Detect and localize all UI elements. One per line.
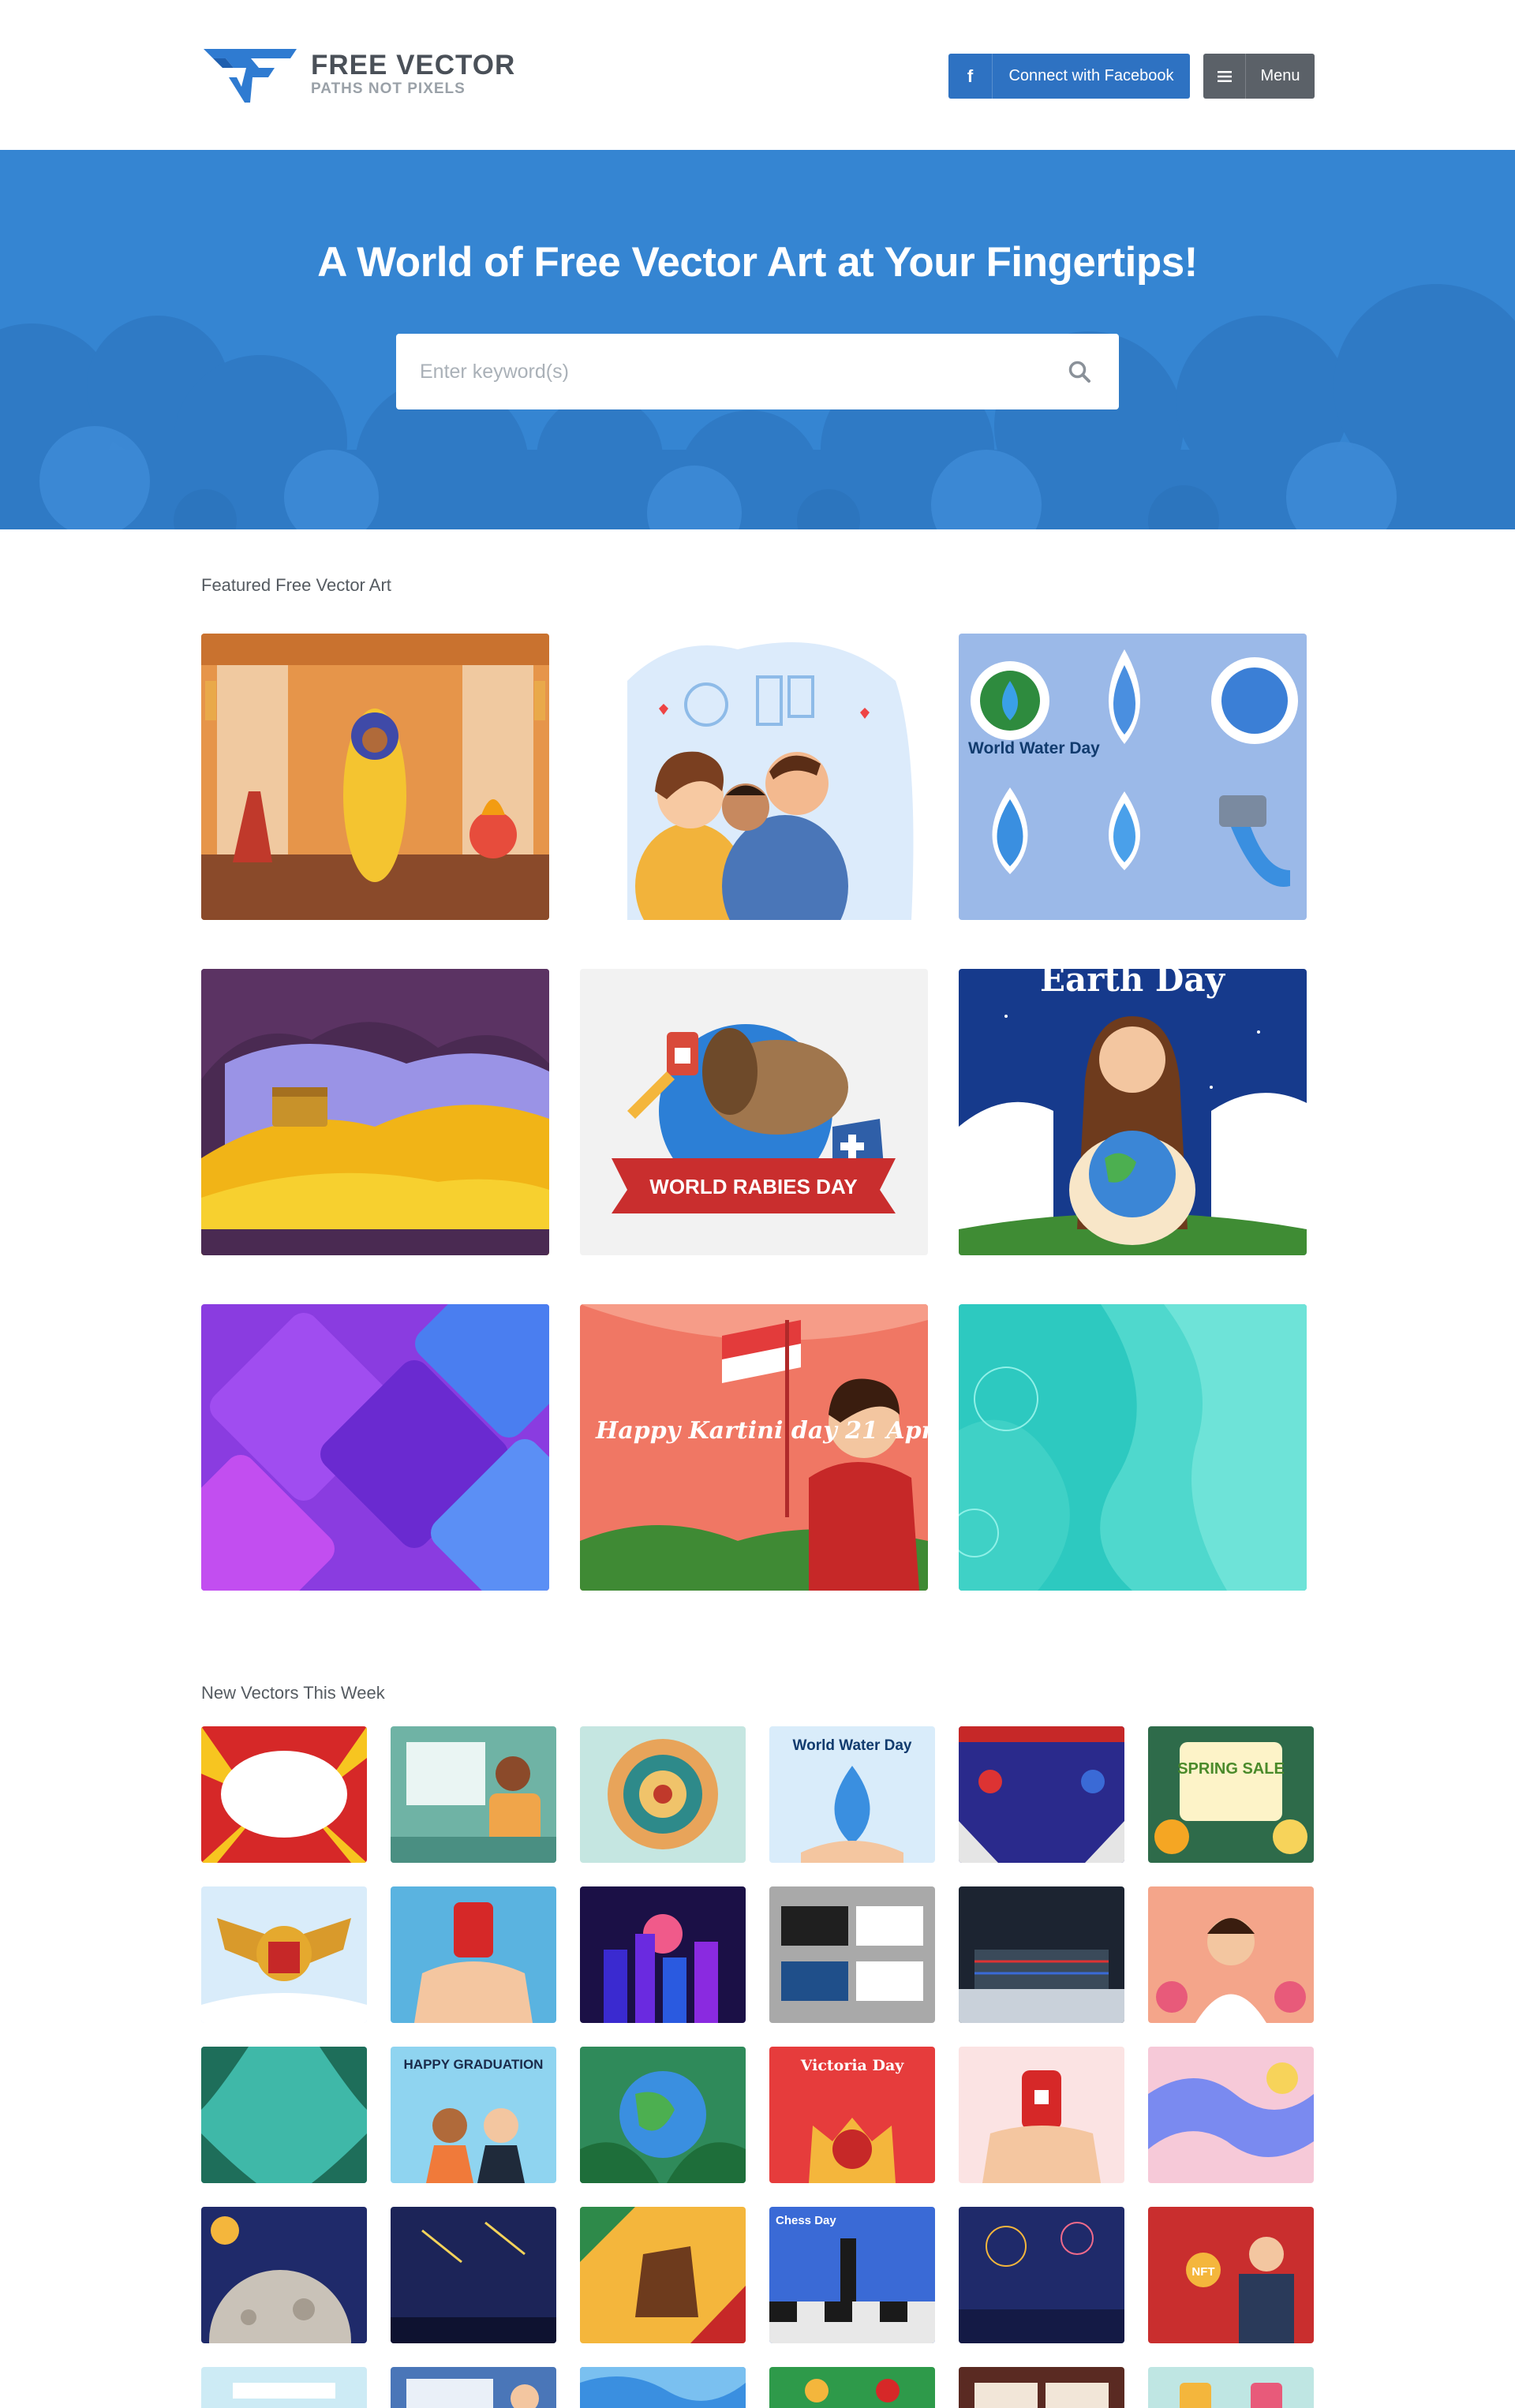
- earth-day-text: Earth Day: [1040, 969, 1226, 999]
- site-logo[interactable]: FREE VECTOR PATHS NOT PIXELS: [202, 44, 515, 104]
- new-card-nft-man[interactable]: NFT: [1148, 2207, 1314, 2343]
- featured-card-teal-fluid[interactable]: [959, 1304, 1307, 1591]
- new-card-jungle-frame[interactable]: [201, 2047, 367, 2183]
- top-header: FREE VECTOR PATHS NOT PIXELS f Connect w…: [0, 0, 1515, 150]
- new-card-kartini-portrait[interactable]: [1148, 1886, 1314, 2023]
- new-card-mandala[interactable]: [580, 1726, 746, 1863]
- kartini-day-text: Happy Kartini day 21 April: [595, 1417, 928, 1445]
- svg-text:HAPPY GRADUATION: HAPPY GRADUATION: [404, 2057, 544, 2072]
- svg-text:SPRING SALE: SPRING SALE: [1177, 1760, 1285, 1778]
- treasure-cave-image: [201, 969, 549, 1255]
- featured-card-world-water-day[interactable]: World Water Day: [959, 634, 1307, 920]
- egyptian-tomb-image: [201, 634, 549, 920]
- new-vectors-section-title: New Vectors This Week: [201, 1683, 385, 1703]
- new-card-party-usa[interactable]: [959, 1726, 1124, 1863]
- svg-text:Victoria Day: Victoria Day: [800, 2057, 905, 2074]
- hero-banner: A World of Free Vector Art at Your Finge…: [0, 150, 1515, 529]
- page: FREE VECTOR PATHS NOT PIXELS f Connect w…: [0, 0, 1515, 2408]
- new-card-happy-graduation[interactable]: HAPPY GRADUATION: [391, 2047, 556, 2183]
- new-card-moon-space[interactable]: [201, 2207, 367, 2343]
- new-card-neon-city[interactable]: [580, 1886, 746, 2023]
- svg-text:Chess Day: Chess Day: [776, 2214, 836, 2227]
- logo-name: FREE VECTOR: [311, 50, 516, 80]
- earth-day-image: Earth Day: [959, 969, 1307, 1255]
- new-card-earth-globe[interactable]: [580, 2047, 746, 2183]
- logo-icon: [204, 49, 297, 103]
- teal-fluid-image: [959, 1304, 1307, 1591]
- water-day-text: World Water Day: [968, 739, 1100, 757]
- new-card-web-person[interactable]: [391, 2367, 556, 2408]
- new-card-drinks[interactable]: [1148, 2367, 1314, 2408]
- new-card-online-learning[interactable]: [391, 1726, 556, 1863]
- search-button[interactable]: [1040, 334, 1119, 409]
- happy-family-image: [580, 634, 928, 920]
- new-card-blue-fluid[interactable]: [580, 2367, 746, 2408]
- facebook-icon: f: [948, 54, 993, 99]
- svg-text:World Water Day: World Water Day: [793, 1737, 912, 1754]
- kartini-day-image: Happy Kartini day 21 April: [580, 1304, 928, 1591]
- featured-section-title: Featured Free Vector Art: [201, 575, 391, 595]
- purple-geometric-image: [201, 1304, 549, 1591]
- new-card-abstract-liquid[interactable]: [1148, 2047, 1314, 2183]
- new-card-comic-speech[interactable]: [201, 1726, 367, 1863]
- facebook-button-label: Connect with Facebook: [1008, 67, 1174, 84]
- menu-button[interactable]: Menu: [1203, 54, 1315, 99]
- new-card-meteor-night[interactable]: [391, 2207, 556, 2343]
- new-card-business-cards[interactable]: [769, 1886, 935, 2023]
- featured-card-purple-geometric[interactable]: [201, 1304, 549, 1591]
- new-card-fist-flag[interactable]: [580, 2207, 746, 2343]
- featured-card-treasure-cave[interactable]: [201, 969, 549, 1255]
- new-card-green-items[interactable]: [769, 2367, 935, 2408]
- new-card-blood-bag[interactable]: [959, 2047, 1124, 2183]
- new-card-brown-cards[interactable]: [959, 2367, 1124, 2408]
- search-icon: [1068, 361, 1090, 383]
- menu-button-label: Menu: [1260, 67, 1300, 84]
- world-rabies-day-image: WORLD RABIES DAY: [580, 969, 928, 1255]
- hero-title: A World of Free Vector Art at Your Finge…: [317, 239, 1198, 286]
- new-card-chess-day[interactable]: Chess Day: [769, 2207, 935, 2343]
- connect-facebook-button[interactable]: f Connect with Facebook: [948, 54, 1190, 99]
- search-bar: [396, 334, 1119, 409]
- svg-text:NFT: NFT: [1191, 2265, 1214, 2279]
- new-card-spring-sale[interactable]: SPRING SALE: [1148, 1726, 1314, 1863]
- new-card-boxing-ring[interactable]: [959, 1886, 1124, 2023]
- logo-tagline: PATHS NOT PIXELS: [311, 80, 466, 97]
- rabies-day-text: WORLD RABIES DAY: [649, 1175, 857, 1198]
- featured-card-happy-family[interactable]: [580, 634, 928, 920]
- new-card-victoria-day[interactable]: Victoria Day: [769, 2047, 935, 2183]
- featured-card-kartini-day[interactable]: Happy Kartini day 21 April: [580, 1304, 928, 1591]
- new-card-tourism-day[interactable]: [201, 2367, 367, 2408]
- hamburger-icon: [1203, 54, 1246, 99]
- new-card-blood-donation[interactable]: [391, 1886, 556, 2023]
- featured-card-earth-day[interactable]: Earth Day: [959, 969, 1307, 1255]
- search-input[interactable]: [396, 334, 1040, 409]
- new-card-fireworks[interactable]: [959, 2207, 1124, 2343]
- featured-card-egyptian-tomb[interactable]: [201, 634, 549, 920]
- featured-card-world-rabies-day[interactable]: WORLD RABIES DAY: [580, 969, 928, 1255]
- world-water-day-stickers-image: World Water Day: [959, 634, 1307, 920]
- new-card-world-water-day[interactable]: World Water Day: [769, 1726, 935, 1863]
- new-card-garuda[interactable]: [201, 1886, 367, 2023]
